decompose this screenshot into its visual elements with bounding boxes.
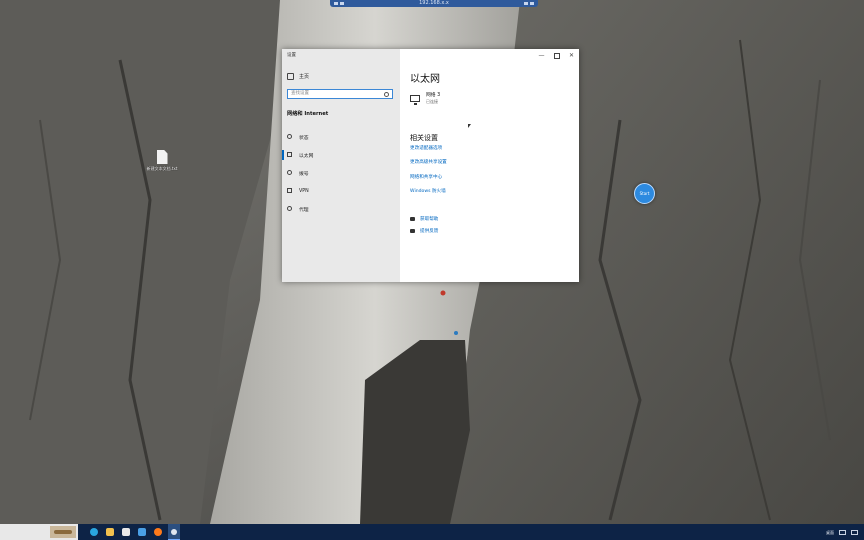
sidebar-item-label: 以太网 [299,153,314,159]
mail-icon[interactable] [136,524,148,540]
taskbar: 桌面 [0,524,864,540]
sidebar-item-status[interactable]: 状态 [282,128,400,146]
maximize-icon [553,52,560,59]
home-nav-item[interactable]: 主页 [287,73,309,80]
window-thumbnail[interactable] [50,526,76,538]
sidebar-item-label: 代理 [299,207,309,213]
feedback-label: 提供反馈 [420,229,439,234]
settings-window: 设置 — ✕ 主页 查找设置 网络和 Internet 状态 以太网 拨号 VP… [282,49,579,282]
minimize-button[interactable]: — [534,49,549,62]
file-icon [156,150,168,164]
dialup-icon [287,170,292,175]
store-icon[interactable] [120,524,132,540]
floating-button-label: Start [639,191,650,196]
maximize-button[interactable] [549,49,564,62]
window-title: 设置 [287,53,296,58]
vpn-icon [287,188,292,193]
help-icon [410,217,415,221]
section-title: 网络和 Internet [287,111,329,117]
sidebar-item-vpn[interactable]: VPN [282,182,400,200]
remote-session-bar[interactable]: 192.168.x.x [330,0,538,7]
window-titlebar[interactable]: 设置 — ✕ [282,49,579,62]
sidebar-item-label: 状态 [299,135,309,141]
search-icon [384,92,389,97]
feedback-link[interactable]: 提供反馈 [410,225,438,237]
network-connection-item[interactable]: 网络 3 已连接 [410,93,440,105]
proxy-icon [287,206,292,211]
home-icon [287,73,294,80]
link-advanced-sharing[interactable]: 更改高级共享设置 [410,160,447,174]
related-settings-title: 相关设置 [410,134,438,142]
network-status: 已连接 [426,99,438,104]
status-icon [287,134,292,139]
start-area[interactable] [0,524,78,540]
sidebar-item-dialup[interactable]: 拨号 [282,164,400,182]
close-button[interactable]: ✕ [564,49,579,62]
network-icon[interactable] [839,529,846,535]
settings-nav: 状态 以太网 拨号 VPN 代理 [282,128,400,218]
sidebar-item-label: VPN [299,188,309,194]
desktop-file[interactable]: 新建文本文档.txt [146,150,178,171]
firefox-icon[interactable] [152,524,164,540]
ethernet-icon [287,152,292,157]
home-label: 主页 [299,74,310,80]
get-help-link[interactable]: 获取帮助 [410,213,438,225]
settings-search-input[interactable]: 查找设置 [287,89,393,99]
notification-icon[interactable] [851,529,858,535]
feedback-icon [410,229,415,233]
remote-session-title: 192.168.x.x [419,0,449,6]
edge-icon[interactable] [88,524,100,540]
related-links: 更改适配器选项 更改高级共享设置 网络和共享中心 Windows 防火墙 [410,146,447,203]
link-adapter-options[interactable]: 更改适配器选项 [410,146,447,160]
desktop-file-label: 新建文本文档.txt [146,166,178,171]
link-sharing-center[interactable]: 网络和共享中心 [410,175,447,189]
search-placeholder: 查找设置 [291,91,309,96]
monitor-icon [410,95,420,105]
help-links: 获取帮助 提供反馈 [410,213,438,237]
remote-window-controls[interactable] [520,0,534,7]
remote-pin-icon[interactable] [334,0,348,7]
system-tray: 桌面 [826,524,858,540]
settings-icon[interactable] [168,524,180,540]
tray-desktop-label[interactable]: 桌面 [826,530,834,535]
file-explorer-icon[interactable] [104,524,116,540]
get-help-label: 获取帮助 [420,217,439,222]
floating-launch-button[interactable]: Start [634,183,655,204]
sidebar-item-label: 拨号 [299,171,309,177]
link-firewall[interactable]: Windows 防火墙 [410,189,447,203]
taskbar-apps [88,524,180,540]
mouse-cursor [468,124,471,128]
sidebar-item-ethernet[interactable]: 以太网 [282,146,400,164]
sidebar-item-proxy[interactable]: 代理 [282,200,400,218]
page-title: 以太网 [410,74,440,85]
